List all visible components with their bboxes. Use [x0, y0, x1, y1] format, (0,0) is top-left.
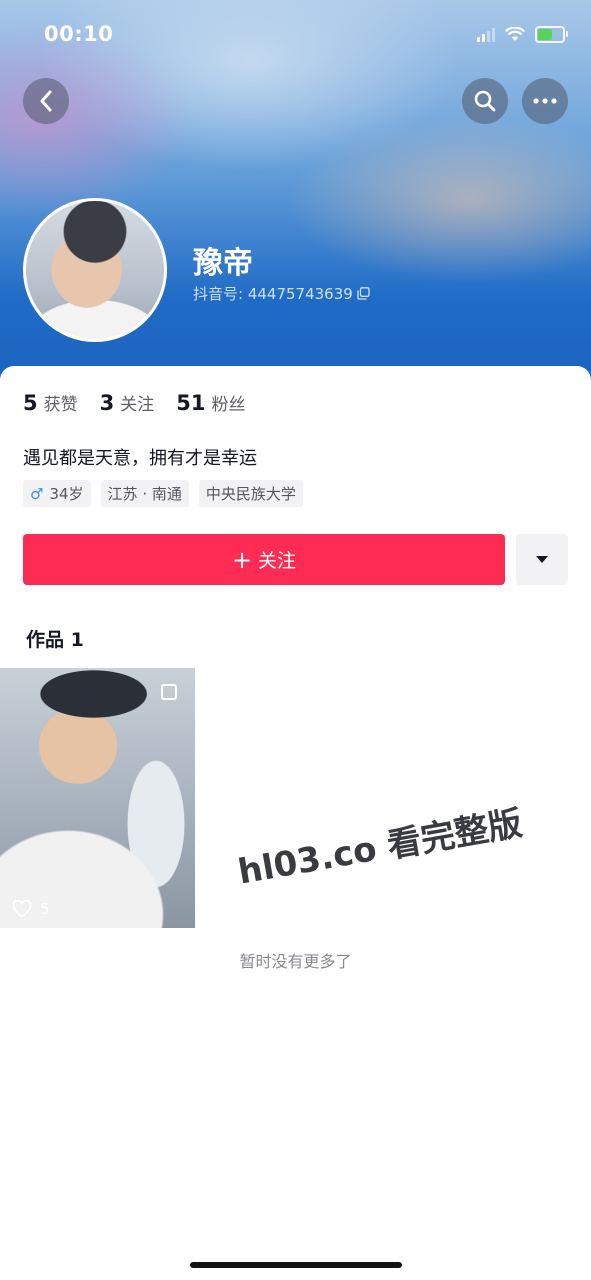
douyin-id[interactable]: 抖音号: 44475743639	[193, 283, 370, 304]
follow-label: 关注	[258, 550, 297, 572]
back-button[interactable]	[23, 78, 69, 124]
video-thumbnail[interactable]: 5	[0, 668, 195, 928]
stat-label: 关注	[120, 395, 155, 415]
stat-following[interactable]: 3 关注	[100, 390, 155, 415]
stat-number: 51	[176, 391, 206, 415]
video-likes: 5	[12, 900, 50, 918]
follow-button[interactable]: + 关注	[23, 534, 505, 585]
stat-label: 粉丝	[211, 395, 246, 415]
search-button[interactable]	[462, 78, 508, 124]
stat-number: 3	[99, 391, 115, 415]
plus-icon: +	[231, 545, 253, 574]
wifi-icon	[505, 27, 525, 41]
age-text: 34岁	[49, 485, 84, 503]
end-of-list-text: 暂时没有更多了	[239, 952, 352, 971]
more-icon	[533, 98, 557, 104]
stat-likes[interactable]: 5 获赞	[23, 390, 78, 415]
profile-stats: 5 获赞 3 关注 51 粉丝	[23, 390, 245, 415]
age-tag: ♂ 34岁	[23, 480, 91, 507]
battery-icon	[535, 26, 568, 43]
back-icon	[40, 90, 52, 112]
caret-down-icon	[536, 556, 548, 563]
douyin-id-text: 抖音号: 44475743639	[193, 285, 353, 303]
search-icon	[474, 90, 496, 112]
heart-icon	[12, 900, 32, 918]
cellular-signal-icon	[477, 27, 495, 42]
avatar[interactable]	[23, 198, 167, 342]
copy-icon[interactable]	[357, 287, 370, 300]
stat-followers[interactable]: 51 粉丝	[176, 390, 245, 415]
works-tab-title[interactable]: 作品 1	[26, 625, 84, 652]
profile-name: 豫帝	[193, 246, 253, 281]
status-indicators	[477, 26, 568, 43]
recommend-dropdown-button[interactable]	[516, 534, 568, 585]
likes-count: 5	[40, 900, 50, 918]
stat-label: 获赞	[43, 395, 78, 415]
multi-image-icon	[161, 684, 177, 700]
home-indicator[interactable]	[190, 1262, 402, 1268]
profile-tags: ♂ 34岁 江苏 · 南通 中央民族大学	[23, 480, 303, 507]
more-button[interactable]	[522, 78, 568, 124]
male-icon: ♂	[30, 484, 44, 503]
location-tag: 江苏 · 南通	[100, 480, 189, 507]
school-tag: 中央民族大学	[198, 480, 303, 507]
status-time: 00:10	[44, 22, 114, 46]
stat-number: 5	[23, 391, 38, 415]
bio-text: 遇见都是天意，拥有才是幸运	[23, 448, 257, 469]
